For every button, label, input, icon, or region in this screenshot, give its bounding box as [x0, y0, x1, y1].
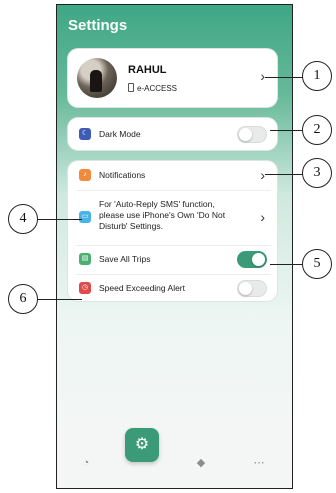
callout-1: 1 — [302, 61, 332, 91]
profile-name: RAHUL — [128, 64, 167, 76]
speedometer-icon[interactable]: ◔ — [79, 456, 93, 470]
auto-reply-line-3: Disturb' Settings. — [99, 221, 163, 231]
callout-4: 4 — [8, 204, 38, 234]
auto-reply-line-1: For 'Auto-Reply SMS' function, — [99, 199, 215, 209]
save-trips-toggle[interactable] — [237, 251, 267, 268]
notifications-label: Notifications — [99, 170, 146, 180]
phone-screen: Settings RAHUL e-ACCESS › ☾ Dark Mode ♪ … — [56, 4, 293, 489]
avatar — [77, 58, 117, 98]
callout-line — [270, 130, 305, 131]
callout-6: 6 — [8, 284, 38, 314]
toggle-knob — [239, 128, 252, 141]
navigation-icon[interactable]: ◆ — [194, 456, 208, 470]
phone-icon — [128, 83, 134, 92]
moon-icon: ☾ — [79, 128, 91, 140]
auto-reply-line-2: please use iPhone's Own 'Do Not — [99, 210, 226, 220]
callout-line — [265, 174, 305, 175]
profile-card[interactable]: RAHUL e-ACCESS › — [68, 49, 277, 107]
tab-bar: ◔ ⚙ ◆ ⋯ — [57, 428, 292, 488]
callout-line — [36, 299, 82, 300]
auto-reply-text: For 'Auto-Reply SMS' function, please us… — [99, 199, 225, 232]
auto-reply-row[interactable]: ▭ For 'Auto-Reply SMS' function, please … — [68, 191, 277, 243]
profile-access-label: e-ACCESS — [137, 84, 178, 93]
toggle-knob — [239, 282, 252, 295]
callout-line — [265, 77, 305, 78]
save-trips-label: Save All Trips — [99, 254, 151, 264]
notifications-row[interactable]: ♪ Notifications › — [68, 161, 277, 189]
callout-line — [270, 264, 305, 265]
chevron-right-icon: › — [260, 167, 265, 183]
chevron-right-icon: › — [260, 209, 265, 225]
dark-mode-label: Dark Mode — [99, 129, 141, 139]
callout-3: 3 — [302, 158, 332, 188]
settings-gear-icon[interactable]: ⚙ — [125, 428, 159, 462]
speed-alert-icon: ◷ — [79, 282, 91, 294]
profile-subtitle: e-ACCESS — [128, 83, 177, 93]
dark-mode-toggle[interactable] — [237, 126, 267, 143]
settings-group: ♪ Notifications › ▭ For 'Auto-Reply SMS'… — [68, 161, 277, 301]
bell-icon: ♪ — [79, 169, 91, 181]
callout-5: 5 — [302, 249, 332, 279]
more-icon[interactable]: ⋯ — [252, 456, 266, 470]
save-trips-row: ▤ Save All Trips — [68, 246, 277, 273]
speed-alert-label: Speed Exceeding Alert — [99, 283, 186, 293]
callout-line — [36, 219, 82, 220]
speed-alert-toggle[interactable] — [237, 280, 267, 297]
speed-alert-row: ◷ Speed Exceeding Alert — [68, 275, 277, 301]
message-icon: ▭ — [79, 211, 91, 223]
trash-icon: ▤ — [79, 253, 91, 265]
chevron-right-icon: › — [260, 68, 265, 84]
dark-mode-row: ☾ Dark Mode — [68, 118, 277, 150]
callout-2: 2 — [302, 115, 332, 145]
page-title: Settings — [68, 17, 128, 34]
toggle-knob — [252, 253, 265, 266]
